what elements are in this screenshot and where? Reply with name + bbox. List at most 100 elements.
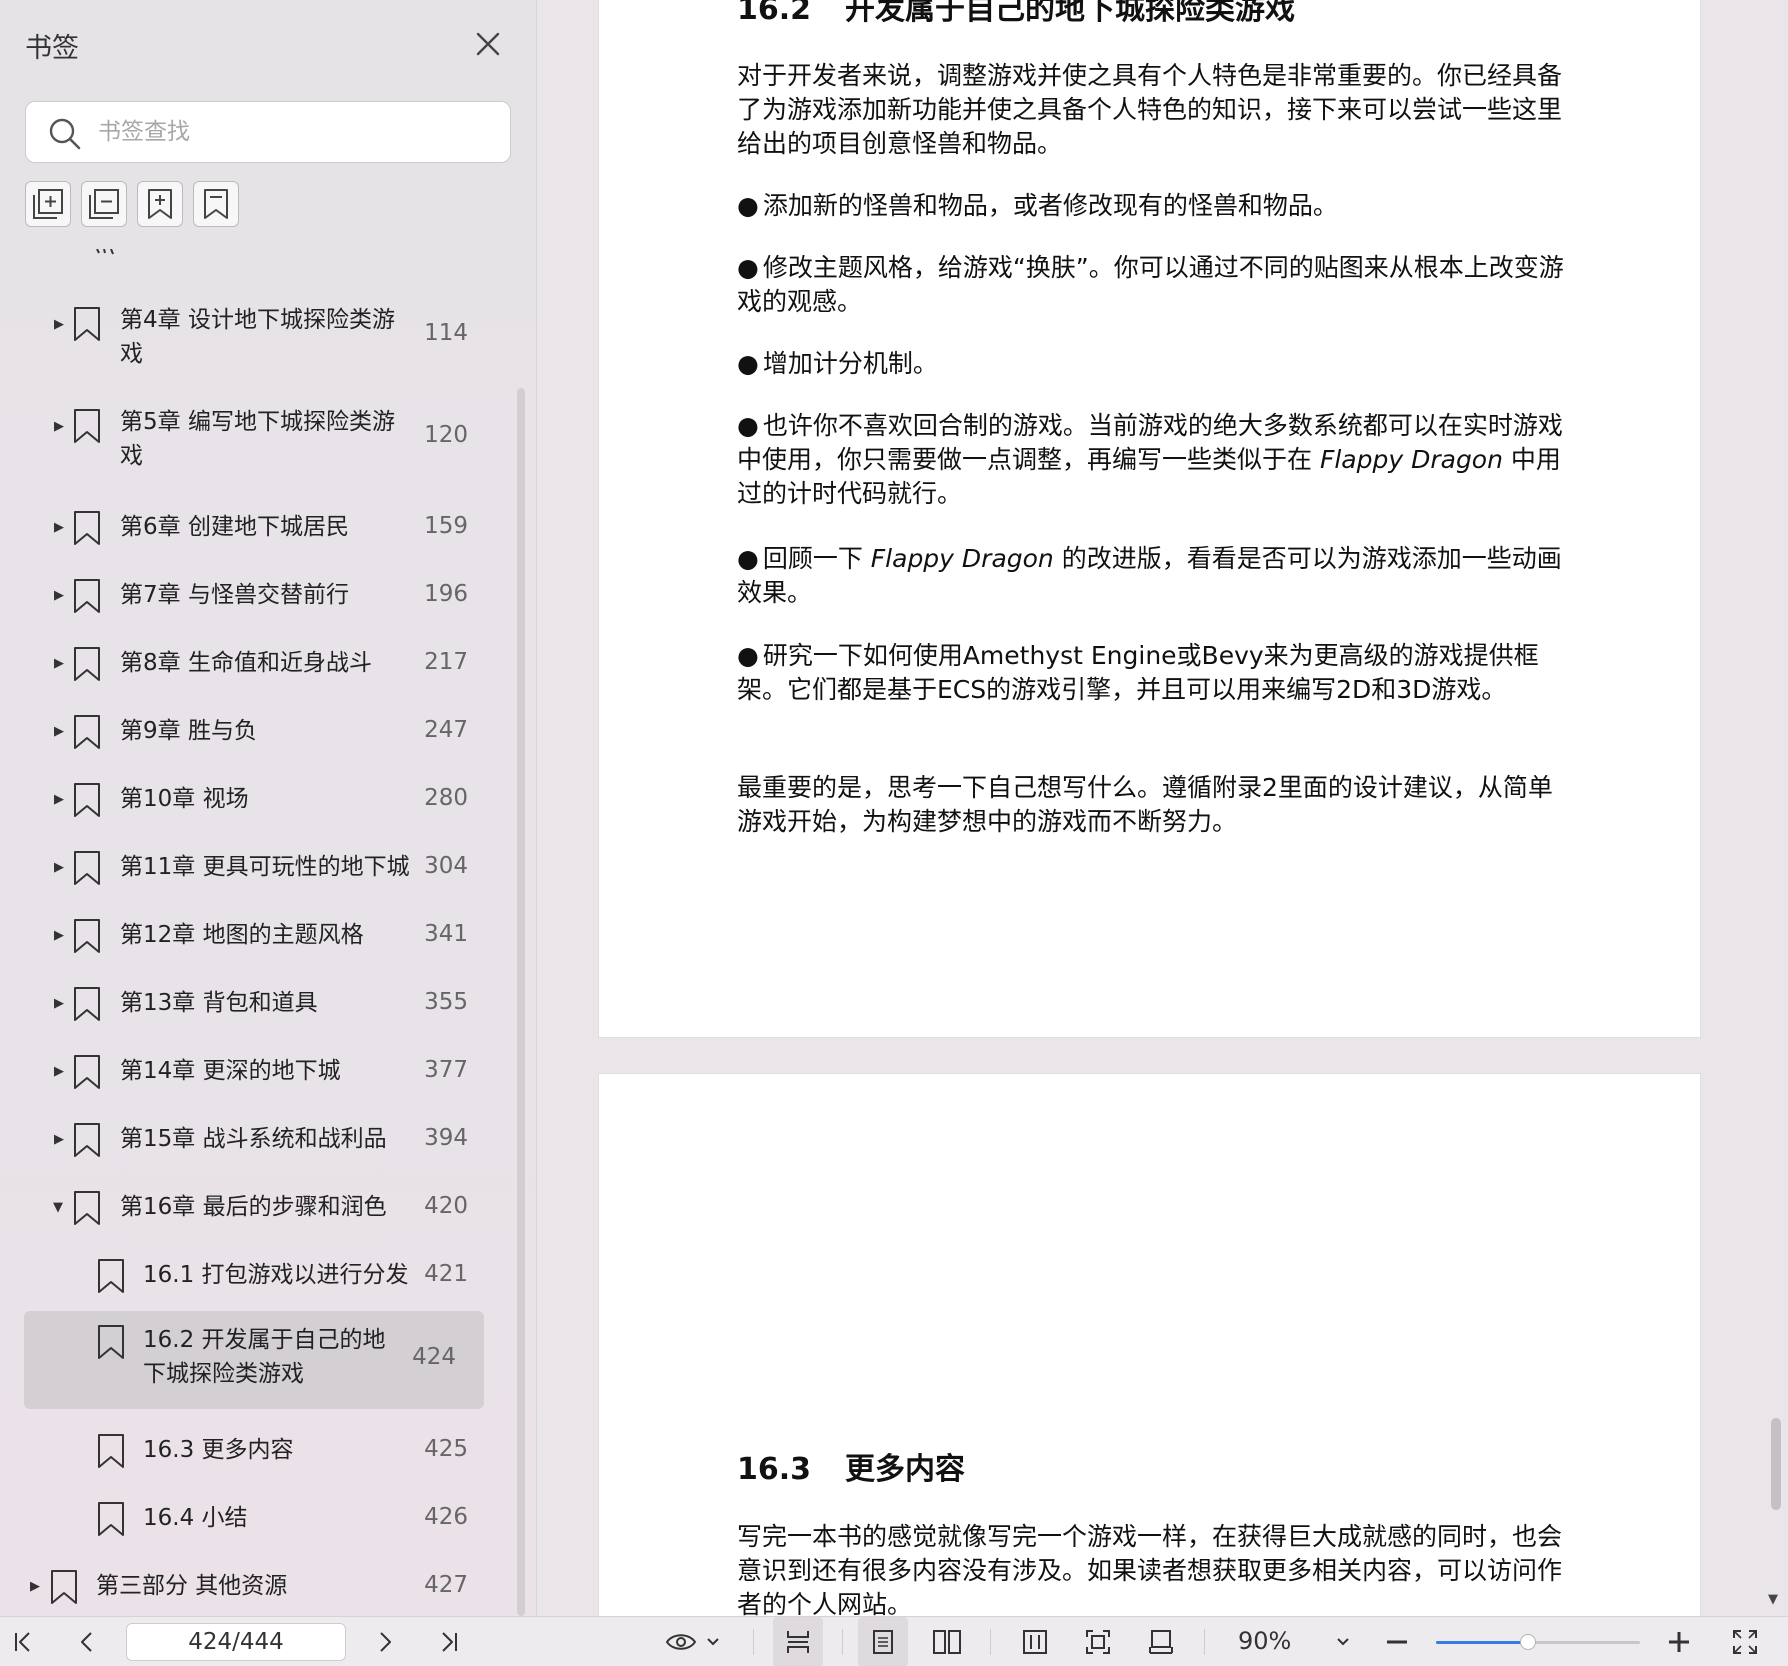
bookmark-sidebar: 书签 ▶ 第4章 设计地下城探险类游 戏 114 <box>0 0 537 1616</box>
zoom-dropdown-icon[interactable] <box>1328 1617 1358 1666</box>
fit-width-icon[interactable] <box>1010 1617 1060 1666</box>
document-scrollbar[interactable] <box>1771 1418 1781 1510</box>
sidebar-title: 书签 <box>25 33 79 64</box>
bookmark-item-ch13[interactable]: ▶ 第13章 背包和道具 355 <box>0 979 520 1029</box>
next-paragraph: 写完一本书的感觉就像写完一个游戏一样，在获得巨大成就感的同时，也会意识到还有很多… <box>737 1522 1563 1616</box>
expand-caret-icon[interactable]: ▶ <box>54 725 68 739</box>
bookmark-item-part3[interactable]: ▶ 第三部分 其他资源 427 <box>0 1562 520 1612</box>
continuous-scroll-icon[interactable] <box>773 1617 823 1666</box>
collapse-all-icon[interactable] <box>81 181 127 227</box>
expand-all-icon[interactable] <box>25 181 71 227</box>
zoom-slider-thumb[interactable] <box>1519 1634 1536 1650</box>
bookmark-search-box[interactable] <box>25 101 511 163</box>
bookmark-item-ch7[interactable]: ▶ 第7章 与怪兽交替前行 196 <box>0 571 520 621</box>
add-bookmark-icon[interactable] <box>137 181 183 227</box>
bookmark-icon <box>73 511 101 545</box>
bookmark-icon <box>97 1502 125 1536</box>
zoom-in-icon[interactable] <box>1662 1617 1696 1666</box>
close-icon[interactable] <box>468 24 508 64</box>
rotate-page-icon[interactable] <box>1136 1617 1186 1666</box>
bookmark-label: 第10章 视场 <box>120 786 249 812</box>
expand-caret-icon[interactable]: ▶ <box>54 929 68 943</box>
collapse-caret-icon[interactable]: ▼ <box>53 1201 67 1215</box>
bookmark-item-ch5[interactable]: ▶ 第5章 编写地下城探险类游 戏 120 <box>0 402 520 482</box>
bookmark-page: 341 <box>424 921 468 947</box>
bookmark-label: 第8章 生命值和近身战斗 <box>120 650 372 676</box>
bookmark-item-ch10[interactable]: ▶ 第10章 视场 280 <box>0 775 520 825</box>
bookmark-page: 304 <box>424 853 468 879</box>
expand-caret-icon[interactable]: ▶ <box>54 1133 68 1147</box>
bookmark-item-16-3[interactable]: 16.3 更多内容 425 <box>0 1426 520 1476</box>
bookmark-label: 第15章 战斗系统和战利品 <box>120 1126 387 1152</box>
last-page-icon[interactable] <box>432 1617 466 1666</box>
fit-page-icon[interactable] <box>1073 1617 1123 1666</box>
bookmark-toolbar <box>25 181 239 227</box>
bookmark-search-input[interactable] <box>98 112 498 152</box>
bookmark-item-ch14[interactable]: ▶ 第14章 更深的地下城 377 <box>0 1047 520 1097</box>
bookmark-item-ch8[interactable]: ▶ 第8章 生命值和近身战斗 217 <box>0 639 520 689</box>
document-page: 16.2 开发属于自己的地下城探险类游戏 对于开发者来说，调整游戏并使之具有个人特… <box>598 0 1701 1038</box>
bookmark-icon <box>73 1055 101 1089</box>
bookmark-page: 280 <box>424 785 468 811</box>
scroll-down-icon[interactable]: ▼ <box>1768 1592 1778 1607</box>
view-mode-icon[interactable] <box>664 1617 726 1666</box>
prev-page-icon[interactable] <box>70 1617 104 1666</box>
expand-caret-icon[interactable]: ▶ <box>54 420 68 434</box>
bookmark-item-ch15[interactable]: ▶ 第15章 战斗系统和战利品 394 <box>0 1115 520 1165</box>
expand-caret-icon[interactable]: ▶ <box>54 657 68 671</box>
expand-caret-icon[interactable]: ▶ <box>54 318 68 332</box>
bookmark-item-ch6[interactable]: ▶ 第6章 创建地下城居民 159 <box>0 503 520 553</box>
page-number-input[interactable] <box>126 1623 346 1661</box>
section-heading: 16.3 更多内容 <box>737 1452 966 1487</box>
bookmark-label: 第11章 更具可玩性的地下城 <box>120 854 410 880</box>
bookmark-item-16-4[interactable]: 16.4 小结 426 <box>0 1494 520 1544</box>
bookmark-label: 第13章 背包和道具 <box>120 990 318 1016</box>
bookmark-label: 第4章 设计地下城探险类游 <box>120 307 395 333</box>
bookmark-item-ch11[interactable]: ▶ 第11章 更具可玩性的地下城 304 <box>0 843 520 893</box>
bookmark-item-ch12[interactable]: ▶ 第12章 地图的主题风格 341 <box>0 911 520 961</box>
partial-text-icon <box>95 248 119 262</box>
bookmark-icon[interactable] <box>193 181 239 227</box>
bookmark-label: 下城探险类游戏 <box>143 1361 304 1387</box>
bookmark-item-16-2[interactable]: 16.2 开发属于自己的地 下城探险类游戏 424 <box>24 1311 484 1409</box>
bookmark-item-ch16[interactable]: ▼ 第16章 最后的步骤和润色 420 <box>0 1183 520 1233</box>
expand-caret-icon[interactable]: ▶ <box>54 589 68 603</box>
sidebar-scrollbar[interactable] <box>517 388 525 1616</box>
bookmark-label: 16.1 打包游戏以进行分发 <box>143 1262 409 1288</box>
fullscreen-icon[interactable] <box>1728 1617 1762 1666</box>
expand-caret-icon[interactable]: ▶ <box>54 861 68 875</box>
expand-caret-icon[interactable]: ▶ <box>30 1580 44 1594</box>
bullet-item: 回顾一下 Flappy Dragon 的改进版，看看是否可以为游戏添加一些动画效… <box>737 542 1567 610</box>
expand-caret-icon[interactable]: ▶ <box>54 521 68 535</box>
zoom-slider[interactable] <box>1436 1634 1640 1650</box>
bookmark-item-ch4[interactable]: ▶ 第4章 设计地下城探险类游 戏 114 <box>0 300 520 380</box>
bookmark-icon <box>73 783 101 817</box>
two-page-icon[interactable] <box>922 1617 972 1666</box>
next-page-icon[interactable] <box>368 1617 402 1666</box>
single-page-icon[interactable] <box>858 1617 908 1666</box>
closing-paragraph: 最重要的是，思考一下自己想写什么。遵循附录2里面的设计建议，从简单游戏开始，为构… <box>737 773 1553 836</box>
first-page-icon[interactable] <box>6 1617 40 1666</box>
bookmark-icon <box>73 851 101 885</box>
bookmark-icon <box>73 1191 101 1225</box>
expand-caret-icon[interactable]: ▶ <box>54 793 68 807</box>
bookmark-icon <box>73 987 101 1021</box>
bookmark-icon <box>73 1123 101 1157</box>
bookmark-label: 第三部分 其他资源 <box>96 1573 288 1599</box>
bookmark-item-ch9[interactable]: ▶ 第9章 胜与负 247 <box>0 707 520 757</box>
bookmark-label: 第9章 胜与负 <box>120 718 257 744</box>
bookmark-page: 355 <box>424 989 468 1015</box>
zoom-out-icon[interactable] <box>1380 1617 1414 1666</box>
bullet-item: 修改主题风格，给游戏“换肤”。你可以通过不同的贴图来从根本上改变游戏的观感。 <box>737 251 1567 319</box>
bookmark-label: 第16章 最后的步骤和润色 <box>120 1194 387 1220</box>
expand-caret-icon[interactable]: ▶ <box>54 1065 68 1079</box>
expand-caret-icon[interactable]: ▶ <box>54 997 68 1011</box>
bookmark-icon <box>73 307 101 341</box>
bookmark-page: 377 <box>424 1057 468 1083</box>
bookmark-icon <box>50 1570 78 1604</box>
bottom-toolbar: 90% <box>0 1616 1788 1666</box>
bookmark-item-16-1[interactable]: 16.1 打包游戏以进行分发 421 <box>0 1251 520 1301</box>
intro-paragraph: 对于开发者来说，调整游戏并使之具有个人特色是非常重要的。你已经具备了为游戏添加新… <box>737 61 1563 158</box>
bookmark-label: 戏 <box>120 341 143 367</box>
zoom-level[interactable]: 90% <box>1238 1627 1291 1655</box>
